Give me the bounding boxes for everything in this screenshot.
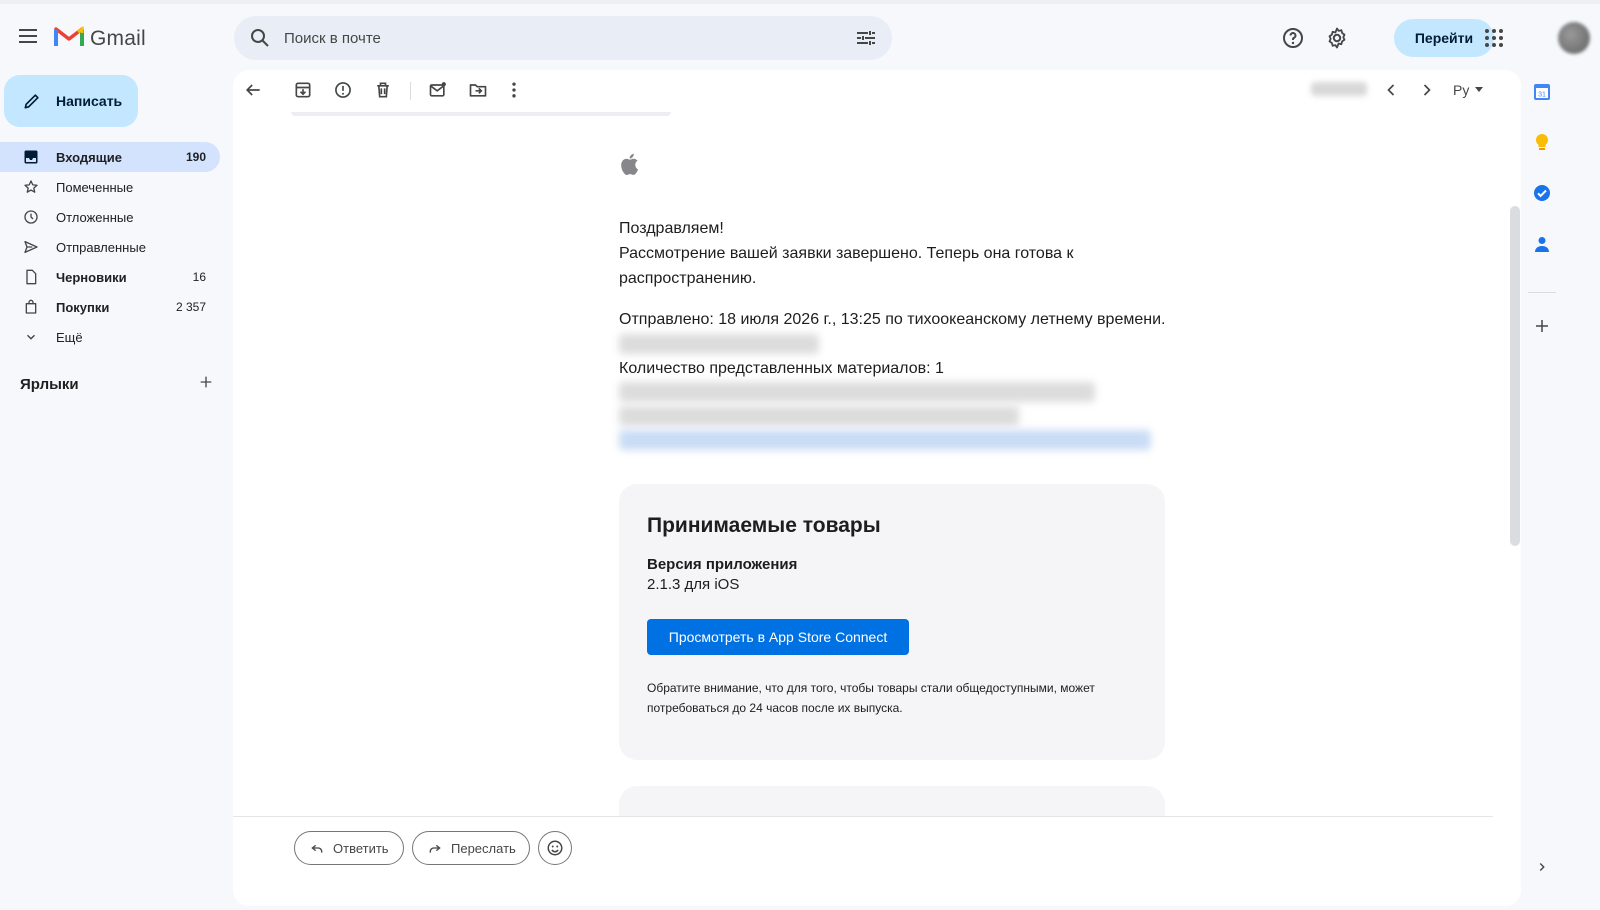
message-view: Ру Поздравляем! Рассмотрение вашей заявк… — [233, 70, 1521, 906]
contacts-person-icon[interactable] — [1531, 233, 1553, 255]
sidebar-item-starred[interactable]: Помеченные — [0, 172, 220, 202]
shopping-bag-icon — [22, 298, 40, 316]
sidebar-item-label: Отложенные — [56, 209, 134, 225]
account-avatar[interactable] — [1558, 22, 1590, 54]
labels-section-header: Ярлыки — [20, 374, 214, 394]
sidebar-item-drafts[interactable]: Черновики 16 — [0, 262, 220, 292]
submission-count-text: Количество представленных материалов: 1 — [619, 360, 944, 377]
search-options-icon[interactable] — [854, 26, 878, 50]
main-menu-icon[interactable] — [16, 24, 40, 48]
sidebar-item-snoozed[interactable]: Отложенные — [0, 202, 220, 232]
sidebar-item-purchases[interactable]: Покупки 2 357 — [0, 292, 220, 322]
side-panel-divider — [1528, 292, 1556, 293]
greeting-text: Поздравляем! — [619, 220, 724, 237]
expand-side-panel-chevron-icon[interactable] — [1531, 856, 1553, 878]
sidebar-item-label: Черновики — [56, 269, 127, 285]
emoji-reaction-button[interactable] — [538, 831, 572, 865]
send-icon — [22, 238, 40, 256]
sidebar-item-sent[interactable]: Отправленные — [0, 232, 220, 262]
search-input[interactable]: Поиск в почте — [284, 30, 854, 47]
app-version-value: 2.1.3 для iOS — [647, 576, 740, 593]
review-text-line1: Рассмотрение вашей заявки завершено. Теп… — [619, 245, 1074, 262]
back-arrow-icon[interactable] — [243, 80, 263, 100]
gmail-logo[interactable]: Gmail — [54, 24, 146, 53]
apps-grid-icon[interactable] — [1482, 26, 1506, 50]
availability-note: Обратите внимание, что для того, чтобы т… — [647, 681, 1095, 715]
vertical-scrollbar[interactable] — [1510, 206, 1520, 546]
redacted-link[interactable] — [619, 430, 1151, 450]
sidebar-item-label: Входящие — [56, 149, 122, 165]
compose-label: Написать — [56, 93, 123, 109]
dropdown-arrow-icon — [1475, 87, 1484, 92]
forward-arrow-icon — [429, 844, 441, 853]
smiley-icon — [547, 840, 563, 856]
archive-icon[interactable] — [293, 80, 313, 100]
language-label: Ру — [1453, 82, 1470, 98]
inbox-count: 190 — [185, 150, 206, 164]
mark-unread-icon[interactable] — [428, 80, 448, 100]
settings-gear-icon[interactable] — [1325, 26, 1349, 50]
sidebar-item-label: Отправленные — [56, 239, 146, 255]
more-vert-icon[interactable] — [504, 80, 524, 100]
forward-label: Переслать — [451, 840, 516, 856]
reply-label: Ответить — [333, 840, 389, 856]
tasks-check-icon[interactable] — [1531, 182, 1553, 204]
purchases-count: 2 357 — [175, 300, 206, 314]
sidebar-item-inbox[interactable]: Входящие 190 — [0, 142, 220, 172]
labels-title: Ярлыки — [20, 375, 79, 393]
pencil-icon — [24, 94, 39, 109]
gmail-m-icon — [54, 24, 84, 53]
sidebar-item-label: Помеченные — [56, 179, 134, 195]
reply-button[interactable]: Ответить — [294, 831, 404, 865]
chevron-down-icon — [22, 328, 40, 346]
redacted-line — [619, 406, 1019, 426]
inbox-icon — [22, 148, 40, 166]
accepted-items-panel: Принимаемые товары Версия приложения 2.1… — [619, 484, 1165, 760]
chevron-left-icon[interactable] — [1381, 80, 1401, 100]
app-version-heading: Версия приложения — [647, 556, 798, 573]
svg-text:31: 31 — [1538, 92, 1546, 99]
review-text-line2: распространению. — [619, 270, 757, 287]
redacted-line — [619, 334, 819, 354]
star-icon — [22, 178, 40, 196]
redacted-line — [619, 382, 1095, 402]
view-in-app-store-connect-button[interactable]: Просмотреть в App Store Connect — [647, 619, 909, 655]
move-to-folder-icon[interactable] — [468, 80, 488, 100]
clock-icon — [22, 208, 40, 226]
forward-button[interactable]: Переслать — [412, 831, 530, 865]
sidebar-nav: Входящие 190 Помеченные Отложенные Отпра… — [0, 142, 220, 352]
compose-button[interactable]: Написать — [4, 75, 138, 127]
reply-arrow-icon — [311, 844, 323, 853]
sidebar-item-label: Ещё — [56, 329, 83, 345]
calendar-icon[interactable]: 31 — [1531, 81, 1553, 103]
header: Gmail Поиск в почте Перейти — [0, 4, 1600, 68]
sent-date-text: Отправлено: 18 июля 2026 г., 13:25 по ти… — [619, 311, 1166, 328]
reply-actions-bar: Ответить Переслать — [233, 817, 1521, 906]
panel-title: Принимаемые товары — [647, 514, 881, 537]
goto-button[interactable]: Перейти — [1394, 19, 1494, 57]
add-label-icon[interactable] — [198, 374, 214, 394]
trash-icon[interactable] — [373, 80, 393, 100]
sidebar-item-more[interactable]: Ещё — [0, 322, 220, 352]
pager-count-redacted — [1311, 82, 1367, 96]
toolbar-divider — [410, 82, 411, 100]
add-addon-plus-icon[interactable] — [1531, 315, 1553, 337]
apple-logo-icon — [619, 152, 639, 181]
draft-file-icon — [22, 268, 40, 286]
search-icon[interactable] — [248, 26, 272, 50]
drafts-count: 16 — [192, 270, 206, 284]
chevron-right-icon[interactable] — [1417, 80, 1437, 100]
search-bar[interactable]: Поиск в почте — [234, 16, 892, 60]
gmail-logo-text: Gmail — [90, 26, 146, 50]
message-toolbar: Ру — [233, 70, 1521, 112]
collapsed-header-edge — [291, 112, 671, 116]
language-selector[interactable]: Ру — [1453, 82, 1484, 98]
help-icon[interactable] — [1281, 26, 1305, 50]
keep-bulb-icon[interactable] — [1531, 132, 1553, 154]
sidebar-item-label: Покупки — [56, 299, 110, 315]
report-spam-icon[interactable] — [333, 80, 353, 100]
